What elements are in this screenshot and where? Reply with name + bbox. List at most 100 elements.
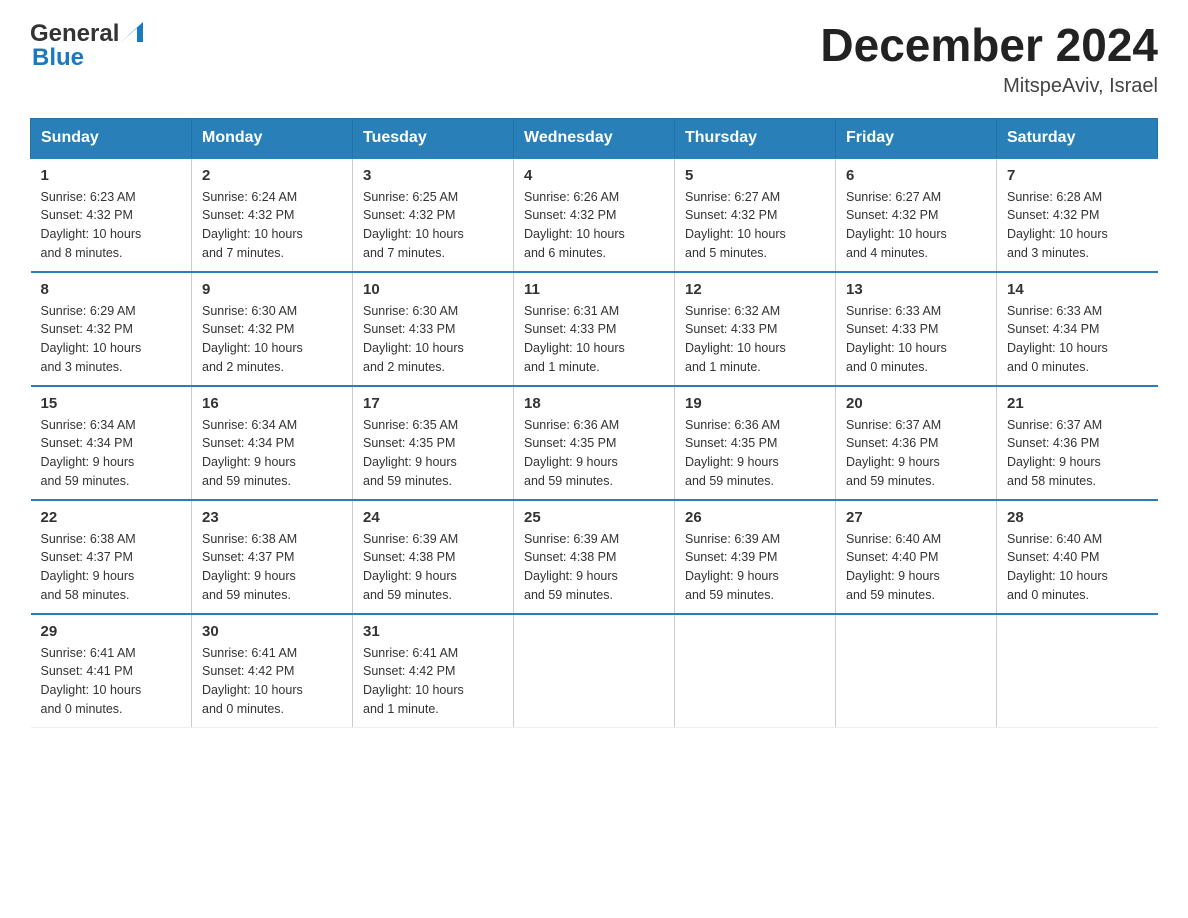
day-info: Sunrise: 6:28 AMSunset: 4:32 PMDaylight:… — [1007, 188, 1148, 263]
day-number: 7 — [1007, 167, 1148, 184]
logo-triangle-icon — [121, 22, 143, 42]
day-number: 13 — [846, 281, 986, 298]
calendar-cell: 1 Sunrise: 6:23 AMSunset: 4:32 PMDayligh… — [31, 158, 192, 272]
day-number: 4 — [524, 167, 664, 184]
week-row-4: 22 Sunrise: 6:38 AMSunset: 4:37 PMDaylig… — [31, 500, 1158, 614]
calendar-cell: 28 Sunrise: 6:40 AMSunset: 4:40 PMDaylig… — [997, 500, 1158, 614]
location-subtitle: MitspeAviv, Israel — [820, 75, 1158, 98]
calendar-cell: 24 Sunrise: 6:39 AMSunset: 4:38 PMDaylig… — [353, 500, 514, 614]
calendar-table: Sunday Monday Tuesday Wednesday Thursday… — [30, 118, 1158, 728]
col-tuesday: Tuesday — [353, 118, 514, 158]
calendar-cell: 13 Sunrise: 6:33 AMSunset: 4:33 PMDaylig… — [836, 272, 997, 386]
day-number: 29 — [41, 623, 182, 640]
day-info: Sunrise: 6:33 AMSunset: 4:33 PMDaylight:… — [846, 302, 986, 377]
calendar-cell: 23 Sunrise: 6:38 AMSunset: 4:37 PMDaylig… — [192, 500, 353, 614]
day-info: Sunrise: 6:41 AMSunset: 4:42 PMDaylight:… — [202, 644, 342, 719]
calendar-cell: 12 Sunrise: 6:32 AMSunset: 4:33 PMDaylig… — [675, 272, 836, 386]
calendar-cell: 9 Sunrise: 6:30 AMSunset: 4:32 PMDayligh… — [192, 272, 353, 386]
calendar-cell: 14 Sunrise: 6:33 AMSunset: 4:34 PMDaylig… — [997, 272, 1158, 386]
week-row-2: 8 Sunrise: 6:29 AMSunset: 4:32 PMDayligh… — [31, 272, 1158, 386]
day-number: 1 — [41, 167, 182, 184]
day-number: 14 — [1007, 281, 1148, 298]
calendar-header-row: Sunday Monday Tuesday Wednesday Thursday… — [31, 118, 1158, 158]
day-info: Sunrise: 6:39 AMSunset: 4:38 PMDaylight:… — [524, 530, 664, 605]
calendar-cell: 2 Sunrise: 6:24 AMSunset: 4:32 PMDayligh… — [192, 158, 353, 272]
month-title: December 2024 — [820, 20, 1158, 71]
day-number: 16 — [202, 395, 342, 412]
day-info: Sunrise: 6:40 AMSunset: 4:40 PMDaylight:… — [1007, 530, 1148, 605]
day-info: Sunrise: 6:23 AMSunset: 4:32 PMDaylight:… — [41, 188, 182, 263]
day-number: 21 — [1007, 395, 1148, 412]
calendar-cell: 27 Sunrise: 6:40 AMSunset: 4:40 PMDaylig… — [836, 500, 997, 614]
page-header: General Blue December 2024 MitspeAviv, I… — [30, 20, 1158, 98]
day-number: 27 — [846, 509, 986, 526]
day-number: 26 — [685, 509, 825, 526]
day-number: 18 — [524, 395, 664, 412]
day-number: 12 — [685, 281, 825, 298]
col-thursday: Thursday — [675, 118, 836, 158]
calendar-cell — [675, 614, 836, 728]
calendar-cell: 3 Sunrise: 6:25 AMSunset: 4:32 PMDayligh… — [353, 158, 514, 272]
day-info: Sunrise: 6:33 AMSunset: 4:34 PMDaylight:… — [1007, 302, 1148, 377]
day-number: 28 — [1007, 509, 1148, 526]
calendar-cell: 8 Sunrise: 6:29 AMSunset: 4:32 PMDayligh… — [31, 272, 192, 386]
calendar-cell: 25 Sunrise: 6:39 AMSunset: 4:38 PMDaylig… — [514, 500, 675, 614]
day-info: Sunrise: 6:39 AMSunset: 4:39 PMDaylight:… — [685, 530, 825, 605]
calendar-cell: 18 Sunrise: 6:36 AMSunset: 4:35 PMDaylig… — [514, 386, 675, 500]
day-number: 5 — [685, 167, 825, 184]
day-info: Sunrise: 6:36 AMSunset: 4:35 PMDaylight:… — [524, 416, 664, 491]
calendar-cell: 17 Sunrise: 6:35 AMSunset: 4:35 PMDaylig… — [353, 386, 514, 500]
col-wednesday: Wednesday — [514, 118, 675, 158]
day-info: Sunrise: 6:41 AMSunset: 4:41 PMDaylight:… — [41, 644, 182, 719]
day-number: 30 — [202, 623, 342, 640]
day-info: Sunrise: 6:34 AMSunset: 4:34 PMDaylight:… — [41, 416, 182, 491]
calendar-cell: 30 Sunrise: 6:41 AMSunset: 4:42 PMDaylig… — [192, 614, 353, 728]
day-info: Sunrise: 6:38 AMSunset: 4:37 PMDaylight:… — [41, 530, 182, 605]
col-monday: Monday — [192, 118, 353, 158]
day-number: 11 — [524, 281, 664, 298]
title-area: December 2024 MitspeAviv, Israel — [820, 20, 1158, 98]
day-number: 2 — [202, 167, 342, 184]
day-number: 23 — [202, 509, 342, 526]
day-info: Sunrise: 6:39 AMSunset: 4:38 PMDaylight:… — [363, 530, 503, 605]
week-row-3: 15 Sunrise: 6:34 AMSunset: 4:34 PMDaylig… — [31, 386, 1158, 500]
day-info: Sunrise: 6:30 AMSunset: 4:33 PMDaylight:… — [363, 302, 503, 377]
calendar-cell: 5 Sunrise: 6:27 AMSunset: 4:32 PMDayligh… — [675, 158, 836, 272]
day-info: Sunrise: 6:26 AMSunset: 4:32 PMDaylight:… — [524, 188, 664, 263]
logo: General Blue — [30, 20, 143, 72]
calendar-cell: 19 Sunrise: 6:36 AMSunset: 4:35 PMDaylig… — [675, 386, 836, 500]
day-number: 3 — [363, 167, 503, 184]
calendar-cell: 21 Sunrise: 6:37 AMSunset: 4:36 PMDaylig… — [997, 386, 1158, 500]
day-number: 25 — [524, 509, 664, 526]
day-info: Sunrise: 6:35 AMSunset: 4:35 PMDaylight:… — [363, 416, 503, 491]
calendar-cell: 4 Sunrise: 6:26 AMSunset: 4:32 PMDayligh… — [514, 158, 675, 272]
calendar-cell: 31 Sunrise: 6:41 AMSunset: 4:42 PMDaylig… — [353, 614, 514, 728]
day-number: 10 — [363, 281, 503, 298]
day-info: Sunrise: 6:37 AMSunset: 4:36 PMDaylight:… — [1007, 416, 1148, 491]
calendar-cell: 29 Sunrise: 6:41 AMSunset: 4:41 PMDaylig… — [31, 614, 192, 728]
day-info: Sunrise: 6:37 AMSunset: 4:36 PMDaylight:… — [846, 416, 986, 491]
col-saturday: Saturday — [997, 118, 1158, 158]
calendar-cell: 7 Sunrise: 6:28 AMSunset: 4:32 PMDayligh… — [997, 158, 1158, 272]
calendar-cell — [836, 614, 997, 728]
day-info: Sunrise: 6:40 AMSunset: 4:40 PMDaylight:… — [846, 530, 986, 605]
day-info: Sunrise: 6:36 AMSunset: 4:35 PMDaylight:… — [685, 416, 825, 491]
calendar-cell: 16 Sunrise: 6:34 AMSunset: 4:34 PMDaylig… — [192, 386, 353, 500]
day-number: 24 — [363, 509, 503, 526]
calendar-cell: 22 Sunrise: 6:38 AMSunset: 4:37 PMDaylig… — [31, 500, 192, 614]
calendar-cell — [997, 614, 1158, 728]
calendar-cell: 20 Sunrise: 6:37 AMSunset: 4:36 PMDaylig… — [836, 386, 997, 500]
calendar-cell — [514, 614, 675, 728]
day-info: Sunrise: 6:27 AMSunset: 4:32 PMDaylight:… — [846, 188, 986, 263]
day-number: 20 — [846, 395, 986, 412]
day-info: Sunrise: 6:29 AMSunset: 4:32 PMDaylight:… — [41, 302, 182, 377]
calendar-cell: 11 Sunrise: 6:31 AMSunset: 4:33 PMDaylig… — [514, 272, 675, 386]
day-number: 6 — [846, 167, 986, 184]
logo-blue-text: Blue — [32, 44, 84, 72]
day-info: Sunrise: 6:25 AMSunset: 4:32 PMDaylight:… — [363, 188, 503, 263]
day-info: Sunrise: 6:32 AMSunset: 4:33 PMDaylight:… — [685, 302, 825, 377]
day-info: Sunrise: 6:41 AMSunset: 4:42 PMDaylight:… — [363, 644, 503, 719]
day-number: 31 — [363, 623, 503, 640]
col-friday: Friday — [836, 118, 997, 158]
day-info: Sunrise: 6:27 AMSunset: 4:32 PMDaylight:… — [685, 188, 825, 263]
